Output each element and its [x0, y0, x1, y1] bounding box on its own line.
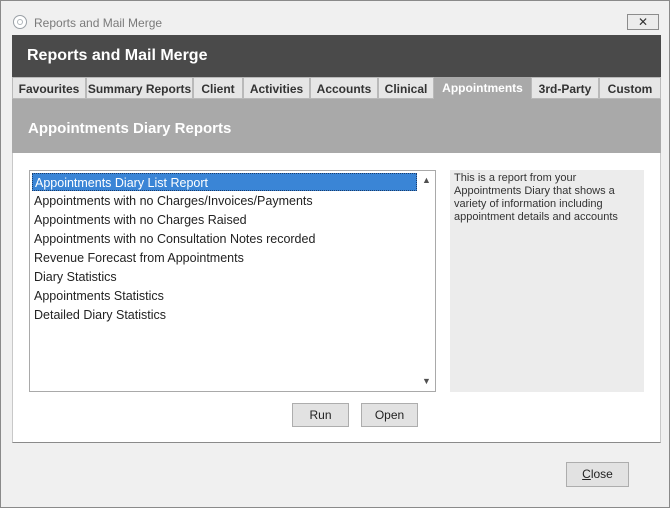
- tab-activities[interactable]: Activities: [243, 77, 310, 99]
- report-description: This is a report from your Appointments …: [450, 170, 644, 392]
- list-item[interactable]: Appointments with no Charges/Invoices/Pa…: [32, 192, 417, 210]
- open-button[interactable]: Open: [361, 403, 418, 427]
- chevron-up-icon[interactable]: ▲: [418, 172, 435, 189]
- window-close-button[interactable]: ✕: [627, 14, 659, 30]
- list-item[interactable]: Detailed Diary Statistics: [32, 306, 417, 324]
- section-title: Appointments Diary Reports: [28, 120, 232, 137]
- header-title: Reports and Mail Merge: [27, 47, 208, 64]
- app-logo-icon: [13, 15, 27, 29]
- tab-summary-reports[interactable]: Summary Reports: [86, 77, 193, 99]
- close-icon: ✕: [637, 15, 649, 29]
- chevron-down-icon[interactable]: ▼: [418, 373, 435, 390]
- list-item[interactable]: Revenue Forecast from Appointments: [32, 249, 417, 267]
- close-button[interactable]: Close: [566, 462, 629, 487]
- title-bar: Reports and Mail Merge ✕: [1, 1, 669, 33]
- tab-clinical[interactable]: Clinical: [378, 77, 434, 99]
- tab-strip: Favourites Summary Reports Client Activi…: [12, 77, 661, 99]
- close-button-mnemonic: C: [582, 467, 591, 481]
- run-button[interactable]: Run: [292, 403, 349, 427]
- tab-3rd-party[interactable]: 3rd-Party: [531, 77, 599, 99]
- window-title: Reports and Mail Merge: [34, 16, 163, 30]
- list-item[interactable]: Appointments with no Consultation Notes …: [32, 230, 417, 248]
- tab-appointments[interactable]: Appointments: [434, 77, 531, 99]
- list-item[interactable]: Appointments with no Charges Raised: [32, 211, 417, 229]
- section-header: Appointments Diary Reports: [12, 99, 661, 153]
- tab-custom[interactable]: Custom: [599, 77, 661, 99]
- tab-favourites[interactable]: Favourites: [12, 77, 86, 99]
- list-item[interactable]: Diary Statistics: [32, 268, 417, 286]
- header-bar: Reports and Mail Merge: [12, 35, 661, 77]
- report-panel: Appointments Diary List Report Appointme…: [12, 153, 661, 443]
- tab-client[interactable]: Client: [193, 77, 243, 99]
- tab-accounts[interactable]: Accounts: [310, 77, 378, 99]
- reports-window: Reports and Mail Merge ✕ Reports and Mai…: [0, 0, 670, 508]
- close-button-label: lose: [590, 467, 613, 481]
- list-item[interactable]: Appointments Diary List Report: [32, 173, 417, 191]
- report-list[interactable]: Appointments Diary List Report Appointme…: [29, 170, 436, 392]
- list-scrollbar[interactable]: ▲ ▼: [418, 171, 435, 391]
- list-item[interactable]: Appointments Statistics: [32, 287, 417, 305]
